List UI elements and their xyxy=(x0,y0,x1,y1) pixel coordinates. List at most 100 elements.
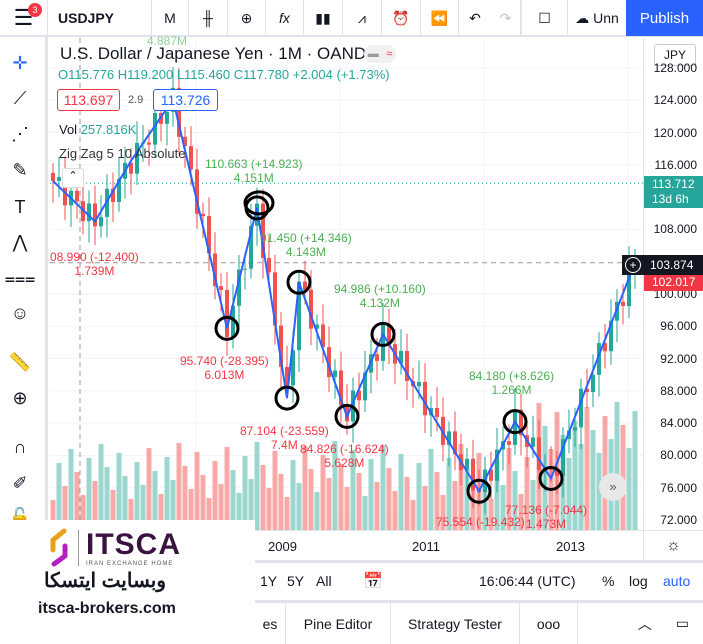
alert-icon[interactable]: ⏰ xyxy=(382,0,421,36)
buy-button[interactable]: 113.726 xyxy=(153,89,218,111)
fullscreen-icon[interactable]: ☐ xyxy=(521,0,568,36)
lock-drawing-icon[interactable]: ✐ xyxy=(8,471,32,495)
symbol-search[interactable]: USDJPY xyxy=(48,0,152,36)
indicators-icon[interactable]: fx xyxy=(266,0,304,36)
volume-bar xyxy=(176,443,182,530)
scroll-to-realtime-button[interactable]: » xyxy=(599,473,627,501)
change-value: +2.004 (+1.73%) xyxy=(292,67,390,82)
text-icon[interactable]: T xyxy=(8,195,32,219)
menu-button[interactable]: ☰ 3 xyxy=(0,0,48,36)
price-tick: 80.000 xyxy=(660,448,697,463)
candle-body xyxy=(591,374,595,393)
fib-icon[interactable]: ⋰ xyxy=(8,122,32,146)
volume-bar xyxy=(344,487,350,530)
add-compare-icon[interactable]: ⊕ xyxy=(228,0,266,36)
volume-bar xyxy=(602,416,608,530)
tab-notes[interactable]: es xyxy=(255,603,285,644)
zoom-in-icon[interactable]: ⊕ xyxy=(8,386,32,410)
sell-button[interactable]: 113.697 xyxy=(57,89,120,111)
pattern-icon[interactable]: ⋀ xyxy=(8,230,32,254)
price-axis[interactable]: JPY 128.000 124.000 120.000 116.000 108.000 1… xyxy=(622,38,703,530)
candle-body xyxy=(57,177,61,181)
more-tabs-button[interactable]: ooo xyxy=(519,603,577,644)
volume-bar xyxy=(614,402,620,530)
range-all[interactable]: All xyxy=(316,573,332,589)
range-1y[interactable]: 1Y xyxy=(260,573,277,589)
brand-name: ITSCA xyxy=(86,528,181,561)
financials-icon[interactable]: ▮▮ xyxy=(304,0,343,36)
auto-toggle[interactable]: auto xyxy=(663,573,690,589)
volume-bar xyxy=(398,454,404,530)
volume-bar xyxy=(224,447,230,530)
candle-body xyxy=(537,437,541,470)
candles-icon[interactable]: ╫ xyxy=(189,0,228,36)
volume-bar xyxy=(242,456,248,530)
settings-icon[interactable]: ☼ xyxy=(643,531,703,561)
volume-bar xyxy=(284,497,290,530)
price-tick: 76.000 xyxy=(660,480,697,495)
last-price-label: 113.712 13d 6h xyxy=(644,176,703,208)
bid-price-label: 102.017 xyxy=(644,273,703,291)
volume-bar xyxy=(68,449,74,530)
volume-bar xyxy=(590,430,596,530)
candle-body xyxy=(243,268,247,270)
range-5y[interactable]: 5Y xyxy=(287,573,304,589)
annotation: 08.990 (-12.400) 1.739M xyxy=(50,250,139,278)
minus-icon: ▬ xyxy=(367,48,379,60)
publish-button[interactable]: Publish xyxy=(626,0,703,36)
annotation: 95.740 (-28.395) 6.013M xyxy=(180,354,269,382)
tab-strategy-tester[interactable]: Strategy Tester xyxy=(390,603,519,644)
volume-bar xyxy=(146,448,152,530)
volume-bar xyxy=(386,468,392,530)
redo-icon[interactable]: ↷ xyxy=(491,0,521,36)
candle-body xyxy=(621,301,625,307)
candle-body xyxy=(573,427,577,431)
annotation: 01.450 (+14.346) 4.143M xyxy=(260,231,352,259)
magnet-icon[interactable]: ∩ xyxy=(8,435,32,459)
save-layout-button[interactable]: ☁ Unn xyxy=(568,0,626,36)
annotation: 75.554 (-19.432) xyxy=(436,515,525,529)
price-tick: 128.000 xyxy=(653,61,697,75)
emoji-icon[interactable]: ☺ xyxy=(8,301,32,325)
time-tick: 2013 xyxy=(556,539,585,554)
candle-body xyxy=(201,213,205,217)
volume-bar xyxy=(296,483,302,530)
crosshair-icon[interactable]: ✛ xyxy=(8,51,32,75)
prediction-icon[interactable]: ⩶ xyxy=(5,266,36,290)
compare-toggle[interactable]: ▬ ≈ xyxy=(364,45,396,63)
tab-pine-editor[interactable]: Pine Editor xyxy=(285,603,390,644)
volume-bar xyxy=(272,451,278,530)
interval-button[interactable]: M xyxy=(152,0,189,36)
cloud-icon: ☁ xyxy=(575,9,590,26)
candle-body xyxy=(513,409,517,445)
volume-bar xyxy=(308,469,314,530)
undo-icon[interactable]: ↶ xyxy=(459,0,491,36)
candle-body xyxy=(99,216,103,227)
volume-bar xyxy=(278,474,284,530)
volume-bar xyxy=(260,465,266,530)
candle-body xyxy=(471,458,475,491)
volume-bar xyxy=(392,491,398,530)
clock[interactable]: 16:06:44 (UTC) xyxy=(479,573,575,589)
add-alert-icon[interactable]: + xyxy=(625,257,641,273)
price-tick: 92.000 xyxy=(660,351,697,366)
candle-body xyxy=(51,172,55,181)
collapse-legend-button[interactable]: ⌃ xyxy=(62,168,84,188)
volume-bar xyxy=(404,477,410,530)
trend-line-icon[interactable]: ⟋ xyxy=(8,86,32,110)
log-toggle[interactable]: log xyxy=(629,573,648,589)
candle-body xyxy=(417,381,421,387)
price-tick: 84.000 xyxy=(660,416,697,431)
percent-toggle[interactable]: % xyxy=(602,573,614,589)
brush-icon[interactable]: ✎ xyxy=(8,158,32,182)
templates-icon[interactable]: ⩘ xyxy=(343,0,382,36)
replay-icon[interactable]: ⏪ xyxy=(421,0,459,36)
ruler-icon[interactable]: 📏 xyxy=(8,350,32,374)
collapse-panel-icon[interactable]: ︿ xyxy=(638,614,652,634)
goto-date-icon[interactable]: 📅 xyxy=(363,571,383,591)
annotation: 94.986 (+10.160) 4.132M xyxy=(334,282,426,310)
candle-body xyxy=(381,324,385,361)
volume-bar xyxy=(626,448,632,530)
volume-bar xyxy=(314,492,320,530)
maximize-panel-icon[interactable]: ▭ xyxy=(676,615,689,632)
